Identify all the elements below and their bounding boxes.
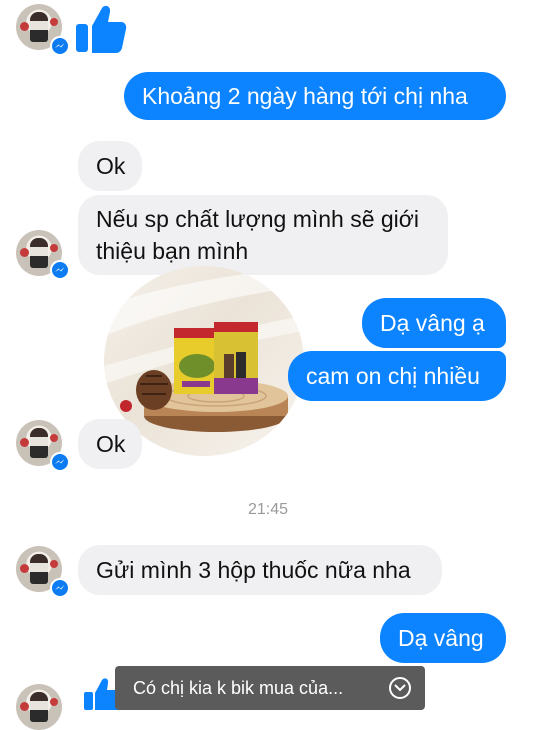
message-text: Dạ vâng ạ <box>380 310 485 336</box>
message-text: Ok <box>96 431 126 457</box>
chevron-down-icon[interactable] <box>389 677 411 699</box>
messenger-badge-icon <box>50 260 70 280</box>
message-outgoing[interactable]: Dạ vâng ạ <box>362 298 506 348</box>
message-text-line: Nếu sp chất lượng mình sẽ giới <box>96 206 419 232</box>
toast-text: Có chị kia k bik mua của... <box>133 677 344 698</box>
contact-avatar[interactable] <box>16 684 62 730</box>
message-incoming[interactable]: Nếu sp chất lượng mình sẽ giới thiệu bạn… <box>78 195 448 275</box>
message-text: Ok <box>96 153 126 179</box>
new-message-toast[interactable]: Có chị kia k bik mua của... <box>115 666 425 710</box>
message-outgoing[interactable]: Khoảng 2 ngày hàng tới chị nha <box>124 72 506 120</box>
message-incoming[interactable]: Gửi mình 3 hộp thuốc nữa nha <box>78 545 442 595</box>
message-text: Dạ vâng <box>398 625 484 651</box>
thumbs-up-icon <box>74 2 128 61</box>
message-text: cam on chị nhiều <box>306 363 480 389</box>
messenger-badge-icon <box>50 36 70 56</box>
message-text: Gửi mình 3 hộp thuốc nữa nha <box>96 557 411 583</box>
message-outgoing[interactable]: cam on chị nhiều <box>288 351 506 401</box>
message-text: Khoảng 2 ngày hàng tới chị nha <box>142 83 468 109</box>
timestamp: 21:45 <box>248 501 289 518</box>
message-text-line: thiệu bạn mình <box>96 238 249 264</box>
message-incoming[interactable]: Ok <box>78 141 142 191</box>
messenger-badge-icon <box>50 452 70 472</box>
message-outgoing[interactable]: Dạ vâng <box>380 613 506 663</box>
message-incoming[interactable]: Ok <box>78 419 142 469</box>
messenger-badge-icon <box>50 578 70 598</box>
